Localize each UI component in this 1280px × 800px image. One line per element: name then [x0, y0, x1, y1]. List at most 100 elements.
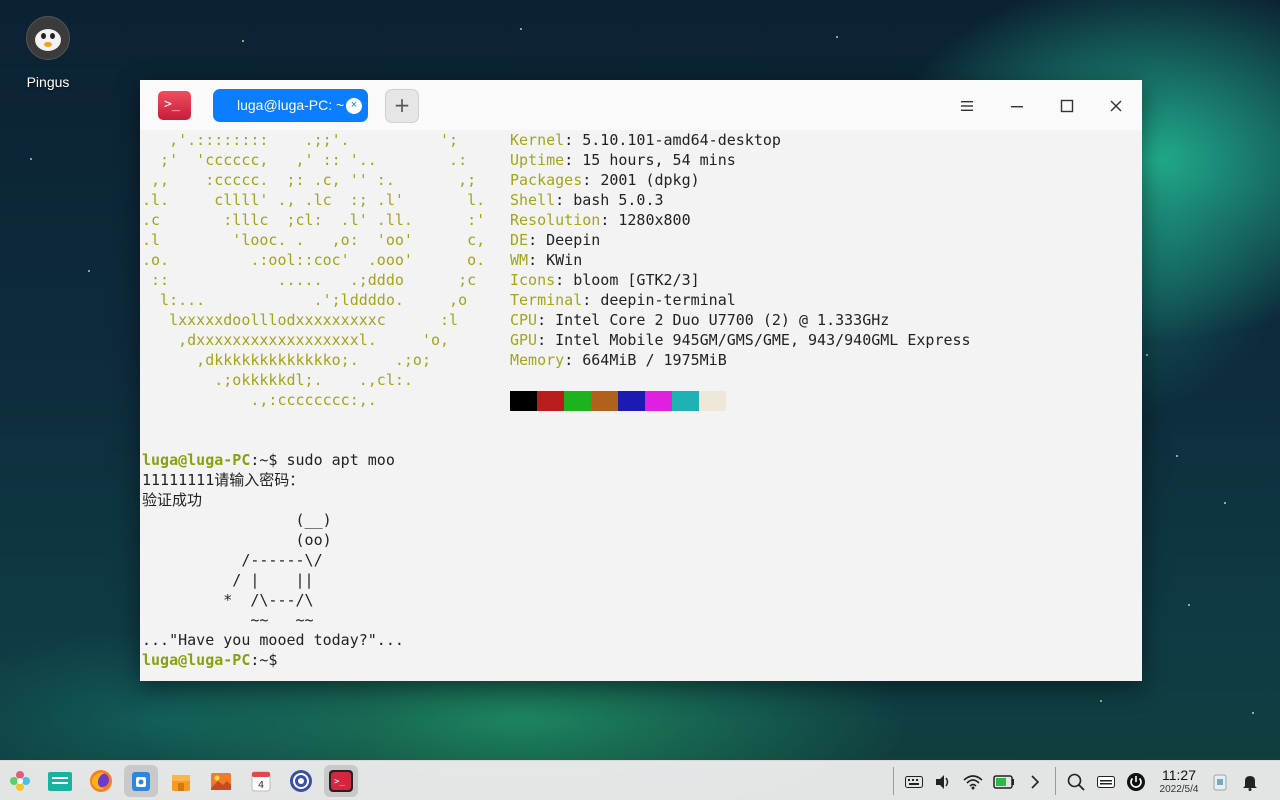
shop-icon [172, 775, 190, 791]
star [1100, 700, 1102, 702]
star [836, 36, 838, 38]
cow-line: * /\---/\ [142, 591, 314, 609]
info-value: bash 5.0.3 [573, 191, 664, 209]
cow-line: (__) [142, 511, 332, 529]
logo-line: .o. .:ool::coc' .ooo' o. [142, 251, 486, 269]
tray-expand-button[interactable] [1024, 769, 1046, 793]
star [1146, 354, 1148, 356]
keyboard-button[interactable] [903, 769, 925, 793]
info-value: 5.10.101-amd64-desktop [582, 131, 781, 149]
minimize-icon [1011, 105, 1023, 107]
info-value: deepin-terminal [600, 291, 736, 309]
moo-line: ..."Have you mooed today?"... [142, 631, 404, 649]
battery-button[interactable] [993, 769, 1015, 793]
info-value: 15 hours, 54 mins [582, 151, 736, 169]
taskbar-shop[interactable] [164, 765, 198, 797]
info-line: GPU: Intel Mobile 945GM/GMS/GME, 943/940… [510, 330, 971, 350]
network-button[interactable] [962, 769, 984, 793]
info-line: Resolution: 1280x800 [510, 210, 691, 230]
color-swatch [672, 391, 699, 411]
command-text: sudo apt moo [277, 451, 395, 469]
info-key: Icons [510, 271, 556, 289]
star [30, 158, 32, 160]
app-store-icon [132, 772, 150, 791]
info-line: Icons: bloom [GTK2/3] [510, 270, 700, 290]
image-viewer-icon [211, 773, 231, 790]
color-swatch [510, 391, 537, 411]
info-value: Intel Mobile 945GM/GMS/GME, 943/940GML E… [555, 331, 971, 349]
desktop-icon-label: Pingus [26, 74, 70, 90]
info-separator: : [564, 151, 583, 169]
tab-close-icon[interactable]: × [346, 98, 362, 114]
tab-terminal[interactable]: luga@luga-PC: ~ × [213, 89, 368, 122]
info-key: DE [510, 231, 529, 249]
info-line: Kernel: 5.10.101-amd64-desktop [510, 130, 781, 150]
trash-button[interactable] [1209, 769, 1231, 793]
title-bar[interactable]: >_ luga@luga-PC: ~ × + [140, 80, 1142, 130]
taskbar-launcher[interactable] [3, 765, 37, 797]
info-separator: : [537, 311, 556, 329]
info-separator: : [582, 171, 601, 189]
minimize-button[interactable] [1004, 92, 1030, 118]
notification-button[interactable] [1239, 769, 1261, 793]
close-icon [1110, 100, 1122, 111]
clock-date[interactable]: 2022/5/4 [1152, 784, 1206, 795]
new-tab-button[interactable]: + [385, 89, 419, 123]
info-separator: : [528, 251, 547, 269]
info-separator: : [564, 351, 583, 369]
taskbar-firefox[interactable] [84, 765, 118, 797]
taskbar-image-viewer[interactable] [204, 765, 238, 797]
onscreen-keyboard-button[interactable] [1095, 769, 1117, 793]
color-swatch [699, 391, 726, 411]
info-value: 1280x800 [618, 211, 691, 229]
terminal-output[interactable]: ,'.:::::::: .;;'. '; ;' 'cccccc, ,' :: '… [140, 130, 1142, 681]
info-separator: : [528, 231, 547, 249]
search-button[interactable] [1065, 769, 1087, 793]
command-line: luga@luga-PC:~$ sudo apt moo [142, 450, 395, 470]
file-manager-icon [48, 772, 72, 791]
maximize-button[interactable] [1054, 92, 1080, 118]
close-button[interactable] [1103, 92, 1129, 118]
power-button[interactable] [1125, 769, 1147, 793]
power-icon [1127, 772, 1145, 791]
menu-button[interactable] [954, 92, 980, 118]
taskbar-calendar[interactable]: 4 [244, 765, 278, 797]
cow-line: ~~ ~~ [142, 611, 314, 629]
logo-line: l:... .';lddddo. ,o [142, 291, 468, 309]
taskbar-terminal[interactable]: >_ [324, 765, 358, 797]
hamburger-icon [961, 100, 973, 111]
color-swatch [564, 391, 591, 411]
taskbar-app-store[interactable] [124, 765, 158, 797]
info-separator: : [564, 131, 583, 149]
password-prompt: 11111111请输入密码： [142, 471, 305, 489]
color-swatches [510, 391, 726, 411]
info-key: Memory [510, 351, 565, 369]
info-key: Packages [510, 171, 583, 189]
star [1224, 502, 1226, 504]
logo-line: .;okkkkkdl;. .,cl:. [142, 371, 413, 389]
logo-line: .c :lllc ;cl: .l' .ll. :' [142, 211, 486, 229]
final-prompt[interactable]: luga@luga-PC:~$ [142, 650, 277, 670]
clock-time[interactable]: 11:27 [1158, 767, 1200, 783]
wifi-icon [963, 774, 983, 789]
penguin-icon [26, 16, 70, 60]
info-value: bloom [GTK2/3] [573, 271, 700, 289]
taskbar-settings[interactable] [284, 765, 318, 797]
terminal-window[interactable]: >_ luga@luga-PC: ~ × + ,'.:::::::: .;;'.… [140, 80, 1142, 681]
info-line: Memory: 664MiB / 1975MiB [510, 350, 727, 370]
taskbar-file-manager[interactable] [43, 765, 77, 797]
desktop-icon-pingus[interactable]: Pingus [14, 16, 82, 90]
volume-icon [936, 774, 949, 789]
star [1252, 712, 1254, 714]
info-value: KWin [546, 251, 583, 269]
terminal-app-icon: >_ [158, 91, 191, 120]
firefox-icon [90, 770, 112, 792]
svg-text:4: 4 [258, 780, 264, 791]
info-separator: : [555, 191, 574, 209]
info-value: 664MiB / 1975MiB [582, 351, 727, 369]
logo-line: :: ..... .;dddo ;c [142, 271, 477, 289]
info-separator: : [537, 331, 556, 349]
logo-line: ,dkkkkkkkkkkkkko;. .;o; [142, 351, 431, 369]
svg-text:>_: >_ [334, 777, 345, 787]
volume-button[interactable] [932, 769, 954, 793]
